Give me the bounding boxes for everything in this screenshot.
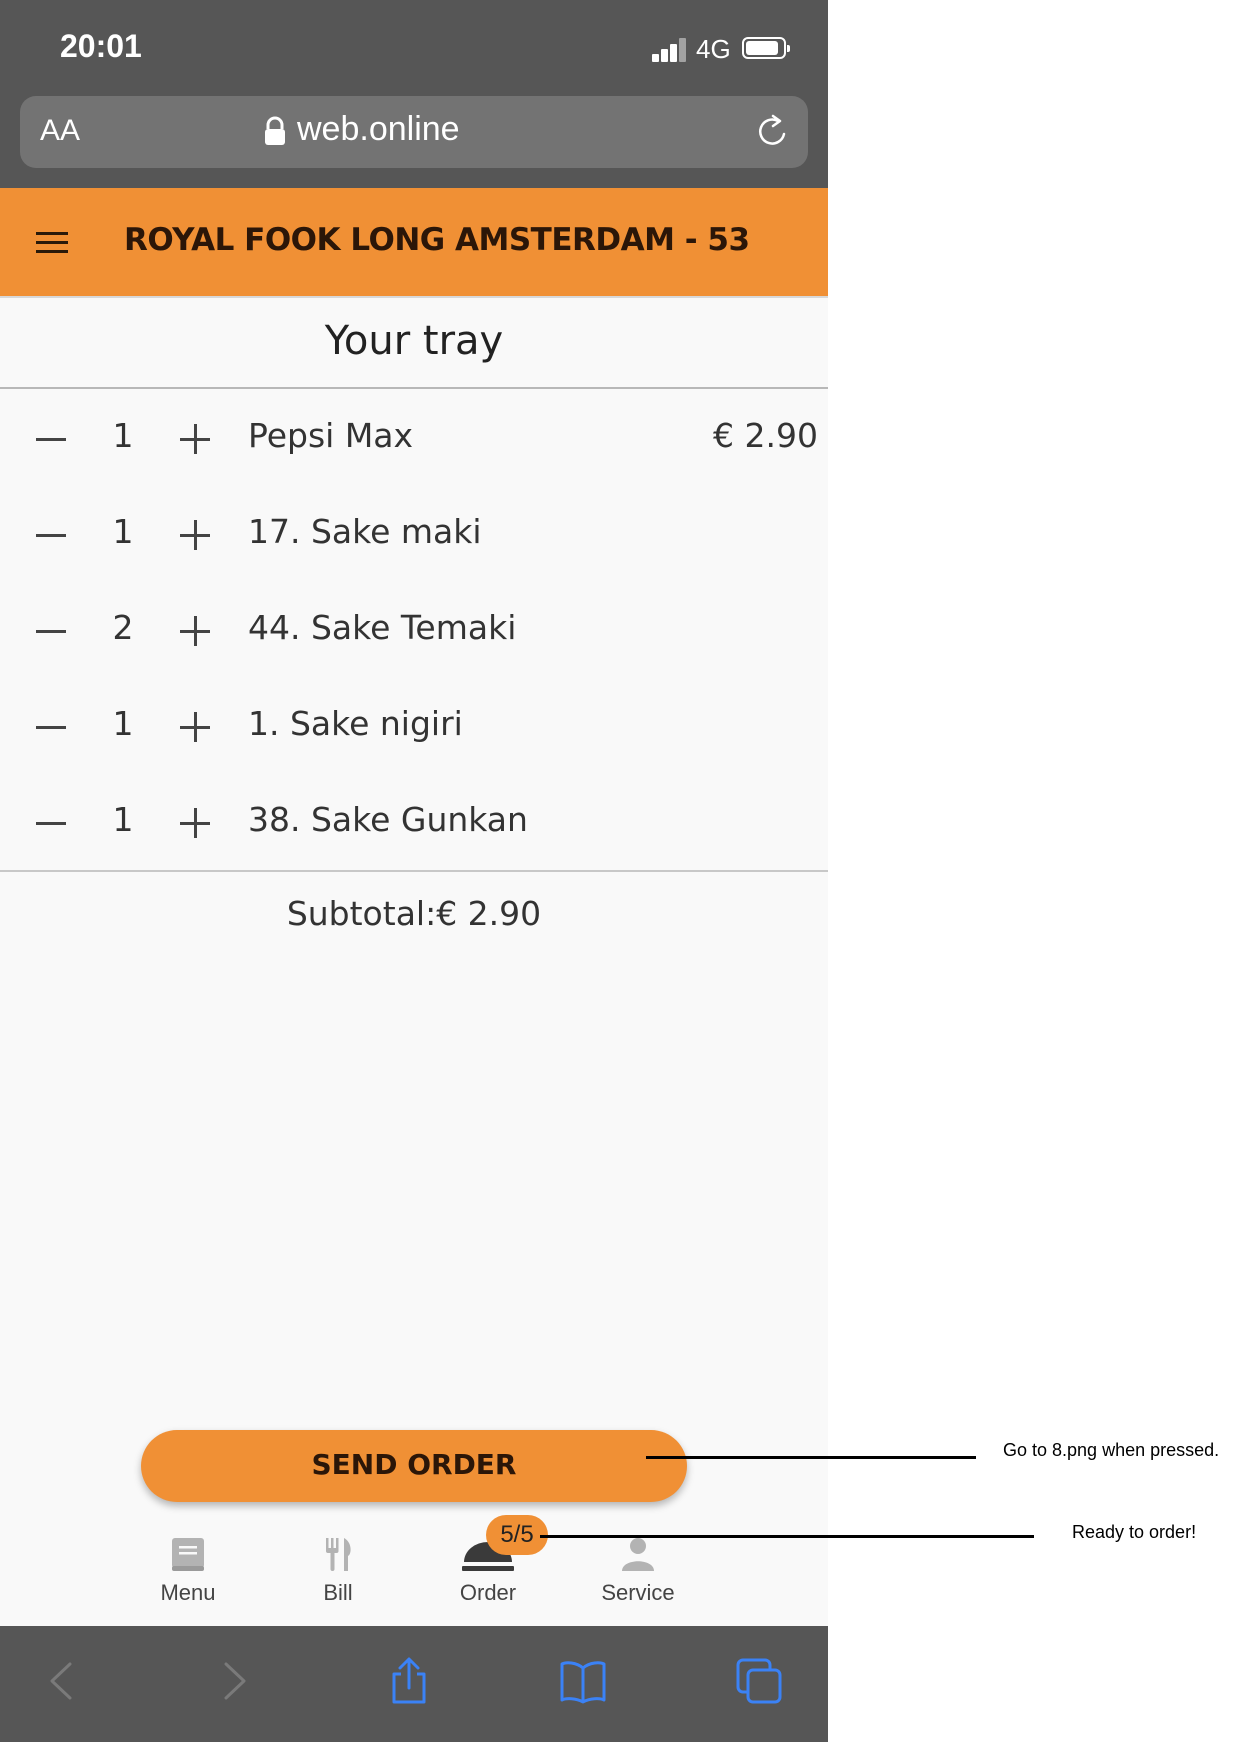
item-name: 1. Sake nigiri: [248, 704, 463, 743]
nav-bill[interactable]: Bill: [278, 1528, 398, 1605]
decrease-quantity-button[interactable]: [36, 438, 66, 442]
send-order-label: SEND ORDER: [311, 1448, 517, 1481]
phone-screen: 20:01 4G AA web.online ROYAL FOOK LONG A…: [0, 0, 828, 1742]
share-icon[interactable]: [384, 1656, 434, 1706]
title-divider: [0, 387, 828, 389]
tray-item: 1 17. Sake maki: [0, 500, 828, 596]
tray-item: 1 Pepsi Max € 2.90: [0, 404, 828, 500]
decrease-quantity-button[interactable]: [36, 726, 66, 730]
order-count-badge: 5/5: [486, 1515, 548, 1555]
item-quantity: 2: [112, 608, 134, 647]
item-name: 38. Sake Gunkan: [248, 800, 528, 839]
nav-service[interactable]: Service: [578, 1528, 698, 1605]
annotation-send-note: Go to 8.png when pressed.: [1003, 1440, 1220, 1460]
restaurant-title: ROYAL FOOK LONG AMSTERDAM - 53: [124, 222, 750, 258]
annotation-line: [540, 1535, 1034, 1538]
header-divider: [0, 296, 828, 298]
decrease-quantity-button[interactable]: [36, 822, 66, 826]
signal-icon: [652, 38, 688, 62]
nav-order-label: Order: [459, 1580, 517, 1605]
item-name: 44. Sake Temaki: [248, 608, 517, 647]
person-icon: [622, 1538, 654, 1571]
items-divider: [0, 870, 828, 872]
tray-item: 1 1. Sake nigiri: [0, 692, 828, 788]
tray-item: 2 44. Sake Temaki: [0, 596, 828, 692]
item-quantity: 1: [112, 704, 134, 743]
nav-bill-label: Bill: [323, 1580, 353, 1605]
status-bar: 20:01 4G AA web.online: [0, 0, 828, 188]
decrease-quantity-button[interactable]: [36, 534, 66, 538]
network-type: 4G: [696, 34, 731, 64]
increase-quantity-button[interactable]: [180, 520, 210, 550]
page-title: Your tray: [324, 318, 504, 364]
item-price: € 2.90: [713, 416, 818, 455]
increase-quantity-button[interactable]: [180, 808, 210, 838]
item-quantity: 1: [112, 416, 134, 455]
increase-quantity-button[interactable]: [180, 616, 210, 646]
send-order-button[interactable]: SEND ORDER: [141, 1430, 687, 1502]
hamburger-menu-icon[interactable]: [36, 232, 68, 254]
annotation-badge-note: Ready to order!: [1072, 1522, 1197, 1542]
url-text[interactable]: web.online: [297, 110, 460, 149]
item-name: Pepsi Max: [248, 416, 414, 455]
decrease-quantity-button[interactable]: [36, 630, 66, 634]
battery-icon: [742, 37, 790, 59]
increase-quantity-button[interactable]: [180, 712, 210, 742]
forward-icon[interactable]: [210, 1656, 260, 1706]
increase-quantity-button[interactable]: [180, 424, 210, 454]
status-time: 20:01: [60, 28, 142, 64]
fork-knife-icon: [326, 1538, 351, 1571]
order-count-text: 5/5: [500, 1521, 534, 1548]
text-size-button[interactable]: AA: [40, 114, 80, 148]
item-quantity: 1: [112, 512, 134, 551]
address-bar[interactable]: AA web.online: [20, 96, 808, 168]
text-size-label: AA: [40, 114, 81, 147]
item-quantity: 1: [112, 800, 134, 839]
browser-toolbar: [0, 1626, 828, 1742]
nav-menu[interactable]: Menu: [128, 1528, 248, 1605]
book-icon: [172, 1538, 204, 1571]
back-icon[interactable]: [36, 1656, 86, 1706]
nav-service-label: Service: [601, 1580, 675, 1605]
reload-icon[interactable]: [754, 112, 792, 150]
bookmarks-icon[interactable]: [558, 1656, 608, 1706]
subtotal-text: Subtotal:€ 2.90: [286, 894, 542, 933]
item-name: 17. Sake maki: [248, 512, 482, 551]
nav-menu-label: Menu: [160, 1580, 216, 1605]
tabs-icon[interactable]: [734, 1656, 784, 1706]
lock-icon: [265, 116, 285, 145]
app-header: ROYAL FOOK LONG AMSTERDAM - 53: [0, 188, 828, 296]
annotation-line: [646, 1456, 976, 1459]
